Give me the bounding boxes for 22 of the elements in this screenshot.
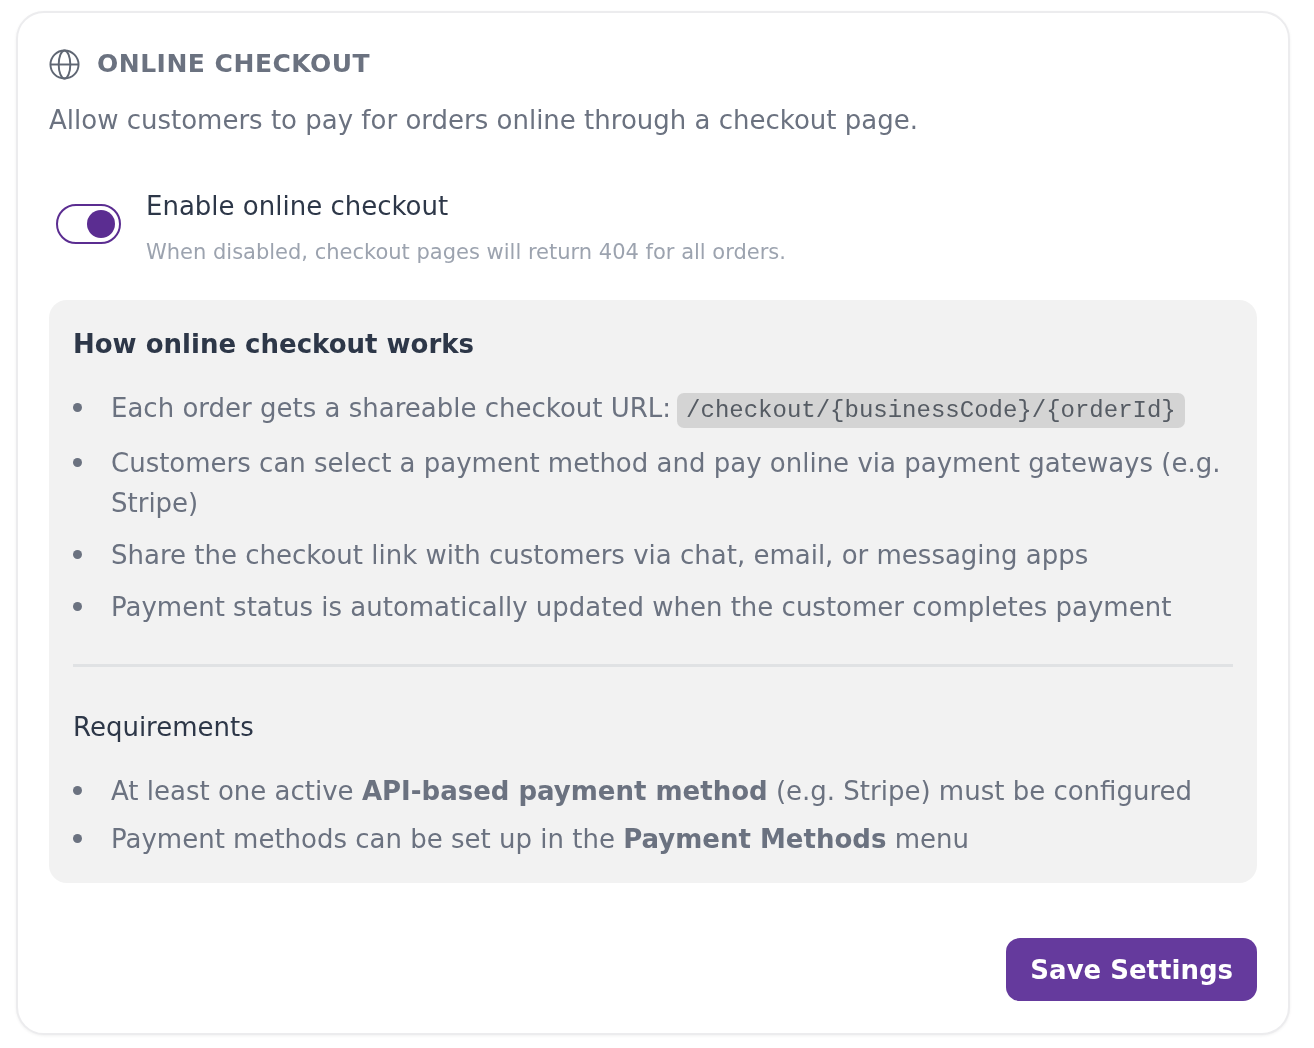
globe-icon — [49, 48, 80, 80]
list-item-text: Customers can select a payment method and pay online via payment gateways (e.g. Stripe) — [111, 448, 1221, 518]
panel-heading: How online checkout works — [73, 329, 474, 359]
url-code: /checkout/{businessCode}/{orderId} — [677, 393, 1185, 428]
bullet-icon — [73, 834, 82, 843]
bullet-icon — [73, 602, 82, 611]
section-description: Allow customers to pay for orders online through a checkout page. — [49, 105, 918, 135]
bullet-icon — [73, 458, 82, 467]
toggle-switch[interactable] — [56, 204, 121, 244]
bullet-icon — [73, 786, 82, 795]
toggle-label: Enable online checkout — [146, 190, 449, 223]
list-item-text: Payment status is automatically updated when the customer completes payment — [111, 592, 1172, 622]
section-title: ONLINE CHECKOUT — [97, 49, 371, 79]
save-button[interactable]: Save Settings — [1006, 938, 1257, 1001]
bullet-icon — [73, 403, 82, 412]
panel-heading: Requirements — [73, 712, 254, 742]
toggle-hint: When disabled, checkout pages will return 404 for all orders. — [146, 239, 786, 266]
list-item-text: Each order gets a shareable checkout URL: — [111, 393, 672, 423]
bullet-icon — [73, 550, 82, 559]
list-item-text: Share the checkout link with customers via chat, email, or messaging apps — [111, 540, 1089, 570]
list-item-text: Payment methods can be set up in the Payment Methods menu — [111, 823, 969, 856]
list-item-text: At least one active API-based payment method (e.g. Stripe) must be configured — [111, 775, 1193, 808]
